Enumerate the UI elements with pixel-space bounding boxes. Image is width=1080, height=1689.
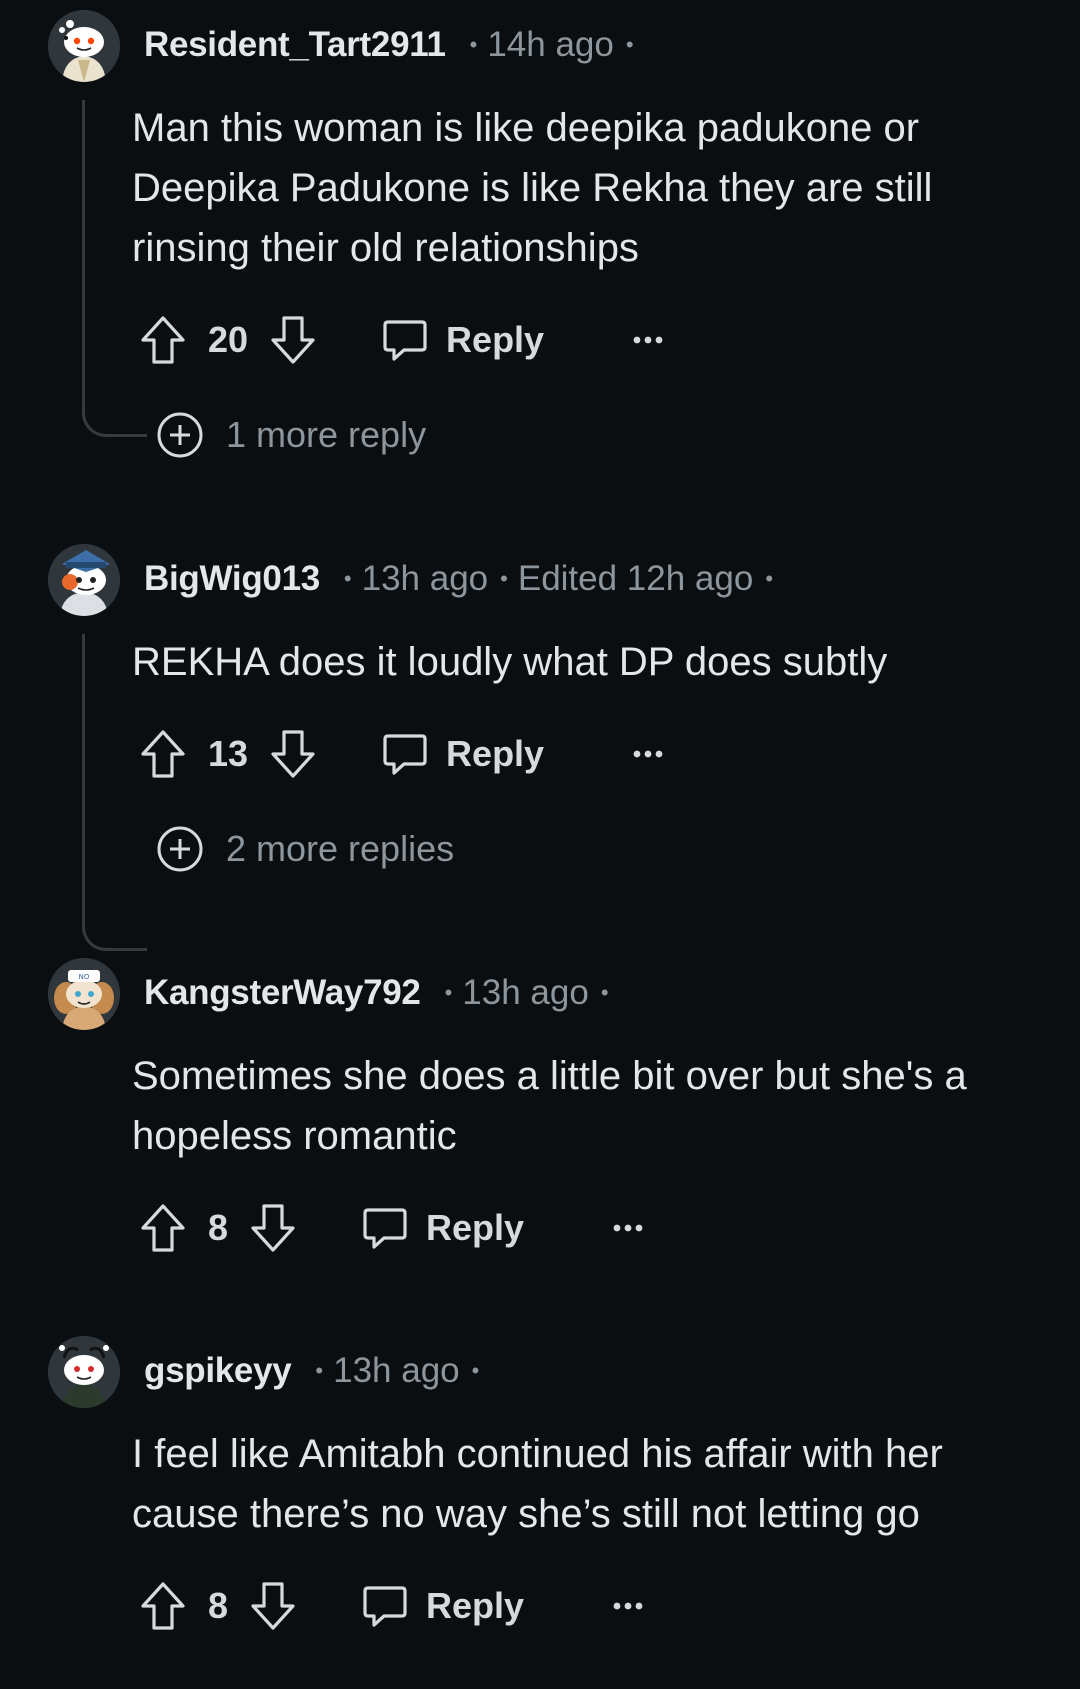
- comment-actions: 20 Reply: [140, 312, 664, 368]
- more-options-button[interactable]: [632, 335, 664, 345]
- reply-label: Reply: [426, 1585, 525, 1626]
- more-options-button[interactable]: [632, 749, 664, 759]
- thread-line: [82, 634, 147, 951]
- reply-label: Reply: [446, 319, 545, 360]
- downvote-icon[interactable]: [250, 1581, 296, 1631]
- upvote-icon[interactable]: [140, 1203, 186, 1253]
- vote-count: 20: [208, 319, 249, 360]
- svg-text:NO: NO: [79, 973, 90, 981]
- comment-body: REKHA does it loudly what DP does subtly: [132, 640, 888, 684]
- reply-button[interactable]: Reply: [362, 1205, 524, 1251]
- ellipsis-icon: [613, 1602, 643, 1610]
- separator-dot: •: [625, 32, 634, 57]
- comment-meta: KangsterWay792 • 13h ago •: [144, 970, 619, 1016]
- avatar[interactable]: [48, 1336, 120, 1408]
- snoo-avatar-icon: [48, 1336, 120, 1408]
- comment-meta: gspikeyy • 13h ago •: [144, 1348, 489, 1394]
- avatar[interactable]: [48, 10, 120, 82]
- more-options-button[interactable]: [612, 1601, 644, 1611]
- avatar[interactable]: [48, 544, 120, 616]
- separator-dot: •: [469, 32, 478, 57]
- speech-bubble-icon: [362, 1205, 408, 1251]
- speech-bubble-icon: [382, 317, 428, 363]
- separator-dot: •: [765, 566, 774, 591]
- username[interactable]: BigWig013: [144, 559, 320, 599]
- separator-dot: •: [600, 980, 609, 1005]
- comment-body: Man this woman is like deepika padukone …: [132, 106, 933, 270]
- separator-dot: •: [444, 980, 453, 1005]
- comment-actions: 13 Reply: [140, 726, 664, 782]
- plus-circle-icon: [157, 826, 203, 872]
- vote-count: 13: [208, 733, 249, 774]
- more-options-button[interactable]: [612, 1223, 644, 1233]
- downvote-icon[interactable]: [250, 1203, 296, 1253]
- more-replies-link[interactable]: 2 more replies: [156, 824, 454, 874]
- timestamp: 13h ago: [333, 1351, 460, 1390]
- more-replies-link[interactable]: 1 more reply: [156, 410, 426, 460]
- username[interactable]: KangsterWay792: [144, 973, 421, 1013]
- downvote-icon[interactable]: [270, 315, 316, 365]
- comment-actions: 8 Reply: [140, 1200, 644, 1256]
- separator-dot: •: [471, 1358, 480, 1383]
- reply-button[interactable]: Reply: [382, 731, 544, 777]
- timestamp: 13h ago: [361, 559, 489, 598]
- snoo-avatar-icon: [48, 544, 120, 616]
- ellipsis-icon: [613, 1224, 643, 1232]
- timestamp: 14h ago: [487, 25, 614, 64]
- speech-bubble-icon: [362, 1583, 408, 1629]
- plus-circle-icon: [157, 412, 203, 458]
- ellipsis-icon: [633, 336, 663, 344]
- avatar[interactable]: NO: [48, 958, 120, 1030]
- timestamp: 13h ago: [462, 973, 589, 1012]
- username[interactable]: Resident_Tart2911: [144, 25, 446, 65]
- reply-label: Reply: [446, 733, 545, 774]
- reply-label: Reply: [426, 1207, 525, 1248]
- reply-button[interactable]: Reply: [382, 317, 544, 363]
- separator-dot: •: [315, 1358, 324, 1383]
- more-replies-label: 2 more replies: [226, 828, 455, 869]
- thread-line: [82, 100, 147, 437]
- comment-meta: Resident_Tart2911 • 14h ago •: [144, 22, 644, 68]
- snoo-avatar-icon: [48, 10, 120, 82]
- speech-bubble-icon: [382, 731, 428, 777]
- separator-dot: •: [500, 566, 508, 591]
- comment-body: I feel like Amitabh continued his affair…: [132, 1432, 943, 1536]
- snoo-avatar-icon: NO: [48, 958, 120, 1030]
- edited-label: Edited 12h ago: [517, 559, 754, 598]
- ellipsis-icon: [633, 750, 663, 758]
- downvote-icon[interactable]: [270, 729, 316, 779]
- username[interactable]: gspikeyy: [144, 1351, 292, 1391]
- comment-meta: BigWig013 • 13h ago • Edited 12h ago •: [144, 556, 783, 602]
- vote-count: 8: [208, 1585, 229, 1626]
- upvote-icon[interactable]: [140, 1581, 186, 1631]
- comment-body: Sometimes she does a little bit over but…: [132, 1054, 967, 1158]
- reply-button[interactable]: Reply: [362, 1583, 524, 1629]
- vote-count: 8: [208, 1207, 229, 1248]
- separator-dot: •: [343, 566, 352, 591]
- more-replies-label: 1 more reply: [226, 414, 427, 455]
- comment-actions: 8 Reply: [140, 1578, 644, 1634]
